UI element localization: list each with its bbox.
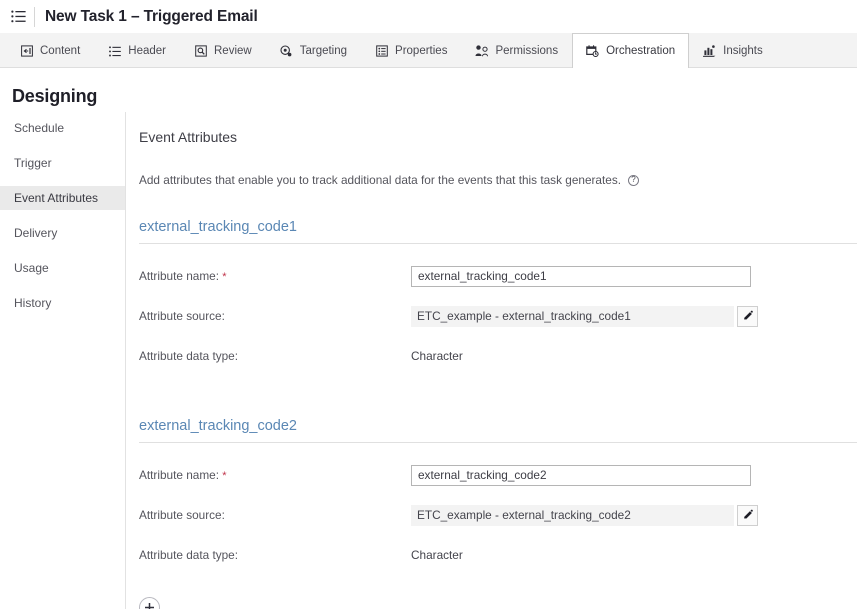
attribute-source-value: ETC_example - external_tracking_code1 [411, 305, 734, 327]
attribute-source-control: ETC_example - external_tracking_code2 [411, 504, 758, 526]
tab-targeting[interactable]: Targeting [266, 33, 361, 68]
tab-label: Permissions [495, 45, 559, 57]
attribute-section-title: external_tracking_code1 [139, 219, 857, 244]
tab-label: Properties [395, 45, 448, 57]
plus-icon [144, 602, 155, 609]
attribute-name-row: Attribute name: * [139, 263, 857, 289]
tab-properties[interactable]: Properties [361, 33, 461, 68]
attribute-name-label: Attribute name: * [139, 468, 411, 482]
window-titlebar: New Task 1 – Triggered Email [0, 0, 857, 33]
sidebar-item-history[interactable]: History [0, 291, 125, 315]
sidebar-item-usage[interactable]: Usage [0, 256, 125, 280]
tab-insights[interactable]: Insights [689, 33, 777, 68]
section-heading: Designing [12, 86, 98, 106]
attribute-source-label: Attribute source: [139, 309, 225, 323]
review-search-icon [194, 45, 207, 58]
sidebar-item-schedule[interactable]: Schedule [0, 116, 125, 140]
orchestration-icon [586, 45, 599, 58]
tab-orchestration[interactable]: Orchestration [572, 33, 690, 69]
attribute-source-control: ETC_example - external_tracking_code1 [411, 305, 758, 327]
pencil-edit-icon[interactable] [737, 504, 758, 526]
tab-label: Orchestration [606, 45, 676, 57]
add-attribute-button[interactable] [139, 597, 160, 609]
attribute-source-row: Attribute source: ETC_example - external… [139, 303, 857, 329]
sidebar-item-label: Trigger [14, 156, 52, 170]
label-text: Attribute name: [139, 468, 219, 482]
content-description: Add attributes that enable you to track … [139, 145, 857, 187]
sidebar-item-trigger[interactable]: Trigger [0, 151, 125, 175]
tab-permissions[interactable]: Permissions [461, 33, 572, 68]
main-tabstrip: Content Header Review Targeting Properti… [0, 33, 857, 69]
tab-label: Insights [723, 45, 763, 57]
pencil-edit-icon[interactable] [737, 305, 758, 327]
tab-label: Targeting [299, 45, 348, 57]
content-icon [20, 45, 33, 58]
required-marker: * [222, 470, 227, 482]
content-description-text: Add attributes that enable you to track … [139, 173, 622, 187]
page-title: New Task 1 – Triggered Email [45, 7, 258, 25]
attribute-source-value: ETC_example - external_tracking_code2 [411, 504, 734, 526]
attribute-name-label: Attribute name: * [139, 269, 411, 283]
attribute-datatype-row: Attribute data type: Character [139, 343, 857, 369]
main-content: Event Attributes Add attributes that ena… [126, 112, 857, 609]
tab-content[interactable]: Content [6, 33, 94, 68]
sidebar-nav: Schedule Trigger Event Attributes Delive… [0, 112, 126, 609]
attribute-name-input[interactable] [411, 464, 751, 486]
tab-header[interactable]: Header [94, 33, 180, 68]
help-question-icon[interactable]: ? [628, 174, 640, 186]
tab-label: Header [128, 45, 166, 57]
page-body: Schedule Trigger Event Attributes Delive… [0, 112, 857, 609]
titlebar-divider [34, 6, 35, 27]
attribute-name-row: Attribute name: * [139, 462, 857, 488]
attribute-datatype-label: Attribute data type: [139, 349, 239, 363]
attribute-name-input[interactable] [411, 265, 751, 287]
attribute-datatype-row: Attribute data type: Character [139, 542, 857, 568]
attribute-group: external_tracking_code1 Attribute name: … [139, 219, 857, 369]
properties-icon [375, 45, 388, 58]
tab-label: Content [40, 45, 81, 57]
attribute-section-title: external_tracking_code2 [139, 418, 857, 443]
required-marker: * [222, 271, 227, 283]
targeting-icon [280, 45, 293, 58]
sidebar-item-event-attributes[interactable]: Event Attributes [0, 186, 125, 210]
attribute-group: external_tracking_code2 Attribute name: … [139, 418, 857, 568]
sidebar-item-label: Schedule [14, 121, 65, 135]
sidebar-item-delivery[interactable]: Delivery [0, 221, 125, 245]
attribute-datatype-label: Attribute data type: [139, 548, 239, 562]
attribute-source-row: Attribute source: ETC_example - external… [139, 502, 857, 528]
permissions-icon [475, 45, 489, 58]
sidebar-item-label: History [14, 296, 52, 310]
tab-label: Review [214, 45, 252, 57]
sidebar-item-label: Event Attributes [14, 191, 99, 205]
list-menu-icon[interactable] [8, 7, 28, 27]
sidebar-item-label: Delivery [14, 226, 58, 240]
attribute-source-label: Attribute source: [139, 508, 225, 522]
tab-review[interactable]: Review [180, 33, 266, 68]
attribute-datatype-value: Character [411, 349, 463, 363]
header-list-icon [108, 45, 121, 58]
insights-icon [703, 45, 716, 58]
sidebar-item-label: Usage [14, 261, 49, 275]
content-title: Event Attributes [139, 129, 238, 145]
attribute-datatype-value: Character [411, 548, 463, 562]
label-text: Attribute name: [139, 269, 219, 283]
